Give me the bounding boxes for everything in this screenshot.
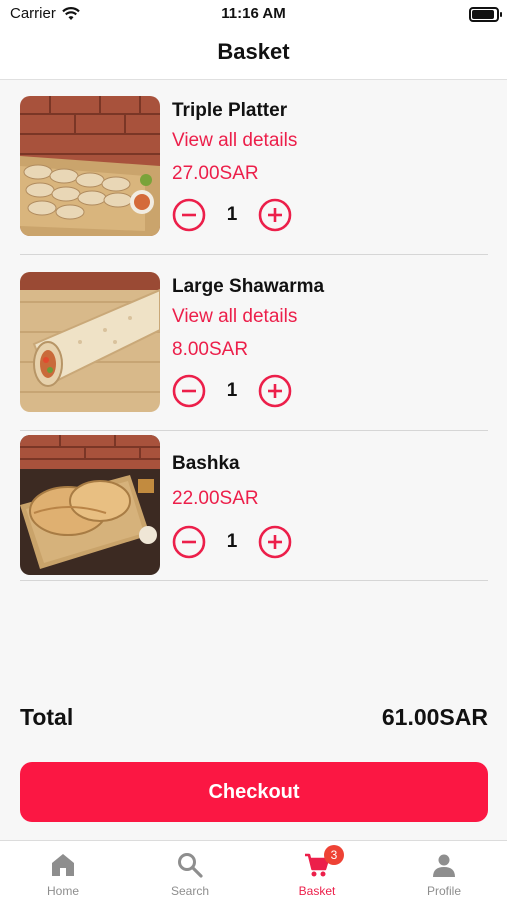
quantity-stepper: 1 <box>172 374 292 408</box>
item-image <box>20 435 160 575</box>
item-price: 27.00SAR <box>172 163 259 184</box>
checkout-button[interactable]: Checkout <box>20 762 488 822</box>
tab-home[interactable]: Home <box>0 841 126 900</box>
decrease-quantity-button[interactable] <box>172 374 206 408</box>
basket-item: Large Shawarma View all details 8.00SAR … <box>20 255 488 431</box>
minus-circle-icon <box>172 374 206 408</box>
tab-label: Home <box>46 884 79 898</box>
increase-quantity-button[interactable] <box>258 198 292 232</box>
triple-platter-photo <box>20 96 160 236</box>
bashka-photo <box>20 435 160 575</box>
item-name: Triple Platter <box>172 100 288 121</box>
quantity-value: 1 <box>226 380 238 401</box>
tab-label: Profile <box>426 884 461 898</box>
battery-icon <box>469 7 502 22</box>
status-bar: Carrier 11:16 AM <box>0 0 507 30</box>
basket-item: Triple Platter View all details 27.00SAR… <box>20 80 488 255</box>
total-row: Total 61.00SAR <box>20 704 488 736</box>
total-value: 61.00SAR <box>381 704 488 730</box>
plus-circle-icon <box>258 198 292 232</box>
minus-circle-icon <box>172 198 206 232</box>
item-image <box>20 96 160 236</box>
minus-circle-icon <box>172 525 206 559</box>
item-name: Large Shawarma <box>172 276 325 297</box>
profile-icon <box>433 854 455 877</box>
item-divider <box>20 580 488 581</box>
page-title: Basket <box>217 39 290 64</box>
nav-header: Basket <box>0 30 507 80</box>
view-details-link[interactable]: View all details <box>172 130 297 152</box>
tab-search[interactable]: Search <box>127 841 253 900</box>
increase-quantity-button[interactable] <box>258 374 292 408</box>
tab-basket[interactable]: 3 Basket <box>254 841 380 900</box>
home-icon <box>52 854 74 876</box>
decrease-quantity-button[interactable] <box>172 525 206 559</box>
item-price: 8.00SAR <box>172 339 249 360</box>
quantity-stepper: 1 <box>172 198 292 232</box>
decrease-quantity-button[interactable] <box>172 198 206 232</box>
item-image <box>20 272 160 412</box>
total-label: Total <box>20 704 74 730</box>
status-time: 11:16 AM <box>221 5 286 22</box>
large-shawarma-photo <box>20 272 160 412</box>
cart-count-badge: 3 <box>324 845 344 865</box>
search-icon <box>178 853 203 878</box>
item-name: Bashka <box>172 453 240 474</box>
quantity-stepper: 1 <box>172 525 292 559</box>
basket-item: Bashka 22.00SAR 1 <box>20 431 488 581</box>
plus-circle-icon <box>258 374 292 408</box>
view-details-link[interactable]: View all details <box>172 306 297 328</box>
quantity-value: 1 <box>226 204 238 225</box>
plus-circle-icon <box>258 525 292 559</box>
item-price: 22.00SAR <box>172 488 259 509</box>
tab-label: Basket <box>298 884 336 898</box>
tab-label: Search <box>170 884 210 898</box>
tab-profile[interactable]: Profile <box>381 841 507 900</box>
increase-quantity-button[interactable] <box>258 525 292 559</box>
quantity-value: 1 <box>226 531 238 552</box>
tab-bar: Home Search 3 Basket Profile <box>0 840 507 900</box>
